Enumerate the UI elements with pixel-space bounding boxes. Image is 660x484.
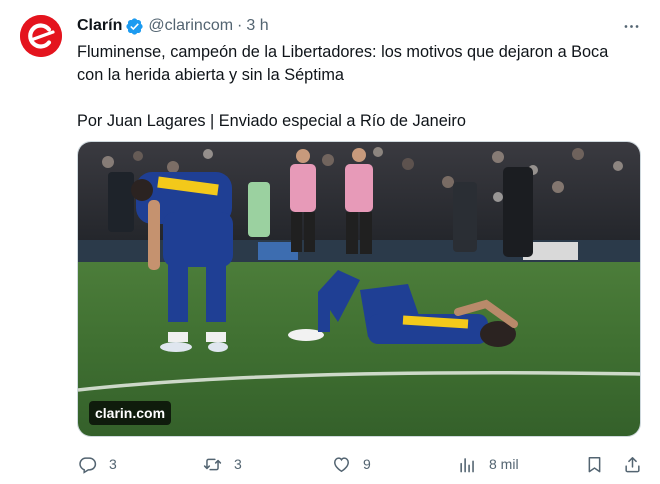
more-options-button[interactable] [616,14,646,38]
tweet-text-line-2: con la herida abierta y sin la Séptima [77,66,344,84]
repost-icon [203,458,222,470]
clarin-logo-icon [20,15,62,57]
reply-button[interactable]: 3 [78,452,117,476]
more-icon [624,24,638,28]
views-icon [460,457,474,472]
share-button[interactable] [623,452,642,476]
share-icon [625,456,640,472]
reply-icon [79,456,97,474]
bookmark-button[interactable] [585,452,604,476]
author-name[interactable]: Clarín [77,17,122,35]
tweet-text-line-1: Fluminense, campeón de la Libertadores: … [77,43,609,61]
avatar[interactable] [20,15,62,57]
bookmark-icon [588,456,601,472]
tweet-card[interactable]: Clarín @clarincom · 3 h Fluminense, camp… [0,0,660,484]
tweet-text: Fluminense, campeón de la Libertadores: … [77,41,642,133]
tweet-byline: Por Juan Lagares | Enviado especial a Rí… [77,112,466,130]
football-photo [78,142,640,436]
views-count: 8 mil [489,456,519,472]
repost-count: 3 [234,456,242,472]
author-handle[interactable]: @clarincom [148,17,233,35]
verified-badge-icon [125,17,144,36]
like-count: 9 [363,456,371,472]
repost-button[interactable]: 3 [203,452,242,476]
reply-count: 3 [109,456,117,472]
separator-dot: · [237,17,243,34]
tweet-header: Clarín @clarincom · 3 h [77,15,269,37]
tweet-photo[interactable] [77,141,641,437]
like-icon [334,456,349,472]
action-bar: 3 3 9 8 mil [0,452,660,476]
link-source-badge[interactable]: clarin.com [89,401,172,425]
views-button[interactable]: 8 mil [458,452,519,476]
like-button[interactable]: 9 [332,452,371,476]
timestamp[interactable]: 3 h [246,17,268,35]
